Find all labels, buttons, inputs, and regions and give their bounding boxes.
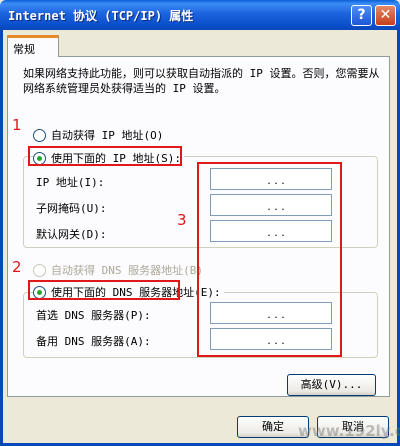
help-icon: ? [357,7,366,23]
close-icon: ✕ [379,7,392,23]
annotation-2: 2 [12,258,22,276]
annotation-box-fields [197,162,342,357]
radio-auto-dns[interactable]: 自动获得 DNS 服务器地址(B) [33,262,203,278]
watermark: www.192ly.com [298,422,400,440]
annotation-box-manual-dns [28,280,180,300]
tab-general[interactable]: 常规 [7,35,59,57]
radio-auto-dns-label: 自动获得 DNS 服务器地址(B) [51,264,203,277]
alternate-dns-label: 备用 DNS 服务器(A): [36,335,151,348]
annotation-box-manual-ip [28,146,182,166]
radio-auto-dns-indicator [33,263,46,277]
radio-auto-ip-label: 自动获得 IP 地址(O) [51,129,164,142]
description-text: 如果网络支持此功能，则可以获取自动指派的 IP 设置。否则，您需要从网络系统管理… [23,67,380,95]
annotation-3: 3 [177,211,187,229]
help-button[interactable]: ? [351,5,372,26]
advanced-button[interactable]: 高级(V)... [287,374,376,396]
annotation-1: 1 [12,116,22,134]
close-button[interactable]: ✕ [375,5,396,26]
radio-auto-ip[interactable]: 自动获得 IP 地址(O) [33,127,163,143]
ip-address-label: IP 地址(I): [36,176,105,189]
subnet-mask-label: 子网掩码(U): [36,202,107,215]
default-gateway-label: 默认网关(D): [36,228,107,241]
window-title: Internet 协议 (TCP/IP) 属性 [8,9,194,23]
title-bar: Internet 协议 (TCP/IP) 属性 ? ✕ [0,0,400,30]
radio-auto-ip-indicator [33,128,46,142]
preferred-dns-label: 首选 DNS 服务器(P): [36,309,151,322]
